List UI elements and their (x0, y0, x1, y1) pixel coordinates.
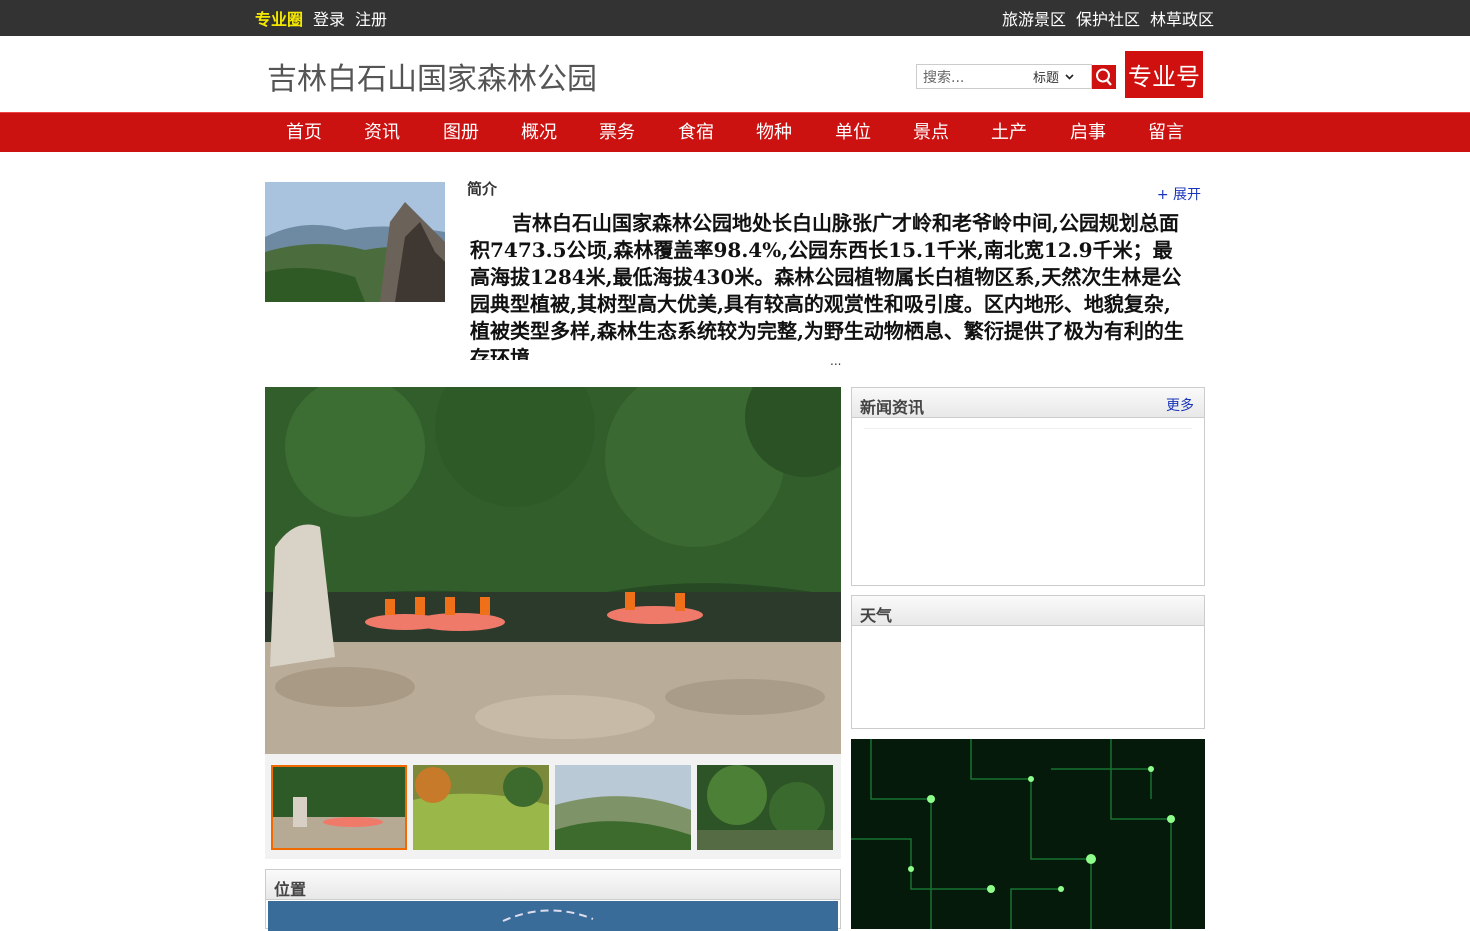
top-bar: 专业圈 登录 注册 旅游景区 保护社区 林草政区 (0, 0, 1470, 36)
expand-link[interactable]: + 展开 (1157, 184, 1201, 204)
news-more-link[interactable]: 更多 (1166, 395, 1194, 415)
register-link[interactable]: 注册 (355, 6, 387, 30)
chevron-down-icon (1065, 73, 1074, 80)
link-forestry[interactable]: 林草政区 (1150, 6, 1214, 30)
slider-thumb-4[interactable] (697, 765, 833, 850)
intro-ellipsis: ... (830, 354, 842, 368)
nav-item-spots[interactable]: 景点 (913, 113, 949, 153)
weather-panel-title: 天气 (860, 606, 893, 625)
intro-image[interactable] (265, 182, 445, 302)
intro-section: 简介 + 展开 吉林白石山国家森林公园地处长白山脉张广才岭和老爷岭中间,公园规划… (265, 180, 1205, 370)
nav-item-messages[interactable]: 留言 (1148, 113, 1184, 153)
weather-panel: 天气 (851, 595, 1205, 729)
photo-slider (265, 387, 841, 859)
location-panel: 位置 (265, 869, 841, 931)
nav-item-album[interactable]: 图册 (443, 113, 479, 153)
login-link[interactable]: 登录 (313, 6, 345, 30)
nav-item-lodging[interactable]: 食宿 (678, 113, 714, 153)
weather-panel-header: 天气 (852, 596, 1204, 626)
link-tourism[interactable]: 旅游景区 (1002, 6, 1066, 30)
nav-item-news[interactable]: 资讯 (364, 113, 400, 153)
site-title[interactable]: 吉林白石山国家森林公园 (267, 54, 597, 98)
top-bar-right: 旅游景区 保护社区 林草政区 (1002, 0, 1214, 36)
slider-main-photo[interactable] (265, 387, 841, 754)
news-panel-title: 新闻资讯 (860, 398, 925, 417)
slider-thumb-3[interactable] (555, 765, 691, 850)
brand-link[interactable]: 专业圈 (255, 6, 303, 30)
pro-account-badge[interactable]: 专业号 (1125, 51, 1203, 98)
main-nav: 首页 资讯 图册 概况 票务 食宿 物种 单位 景点 土产 启事 留言 (0, 112, 1470, 152)
nav-item-tickets[interactable]: 票务 (599, 113, 635, 153)
nav-item-species[interactable]: 物种 (756, 113, 792, 153)
intro-label: 简介 (467, 180, 498, 198)
search-scope-value: 标题 (1033, 71, 1060, 86)
search-box: 搜索... 标题 (916, 64, 1092, 89)
location-panel-header: 位置 (266, 870, 840, 900)
news-panel-header: 新闻资讯 更多 (852, 388, 1204, 418)
link-protection[interactable]: 保护社区 (1076, 6, 1140, 30)
header: 吉林白石山国家森林公园 搜索... 标题 专业号 (0, 36, 1470, 112)
slider-thumb-2[interactable] (413, 765, 549, 850)
nav-item-notices[interactable]: 启事 (1070, 113, 1106, 153)
location-panel-title: 位置 (274, 880, 307, 899)
search-icon (1096, 68, 1112, 86)
top-bar-left: 专业圈 登录 注册 (255, 0, 387, 36)
slider-thumb-1[interactable] (271, 765, 407, 850)
location-map[interactable] (268, 901, 838, 931)
news-panel: 新闻资讯 更多 (851, 387, 1205, 586)
news-divider (864, 428, 1192, 429)
nav-item-overview[interactable]: 概况 (521, 113, 557, 153)
intro-text: 吉林白石山国家森林公园地处长白山脉张广才岭和老爷岭中间,公园规划总面积7473.… (470, 211, 1184, 360)
nav-item-units[interactable]: 单位 (835, 113, 871, 153)
search-button[interactable] (1092, 65, 1116, 89)
nav-item-products[interactable]: 土产 (991, 113, 1027, 153)
ad-banner[interactable] (851, 739, 1205, 929)
search-input[interactable]: 搜索... (917, 67, 1033, 87)
nav-item-home[interactable]: 首页 (286, 113, 322, 153)
search-scope-select[interactable]: 标题 (1033, 67, 1074, 86)
